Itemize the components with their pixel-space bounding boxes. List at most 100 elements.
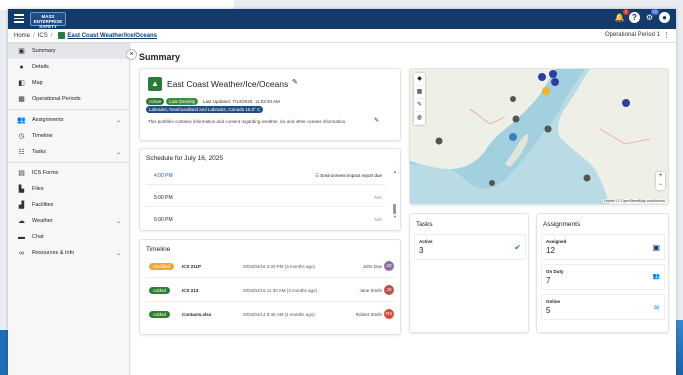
- edit-title-icon[interactable]: ✎: [292, 78, 298, 86]
- sidebar-item-label: Operational Periods: [32, 96, 81, 102]
- stat-value: 7: [546, 276, 551, 285]
- file-icon: ▙: [18, 186, 25, 193]
- stat-label: Assigned: [546, 239, 567, 244]
- chevron-down-icon[interactable]: ⌄: [116, 250, 121, 257]
- sidebar-item-ics-forms[interactable]: ▤ ICS Forms: [8, 165, 129, 181]
- timeline-date: 2025/04/16 2:00 PM (3 months ago): [243, 264, 316, 269]
- sidebar: ▣ Summary ● Details ◧ Map ▦ Operational Peri…: [8, 43, 130, 375]
- tasks-card: Tasks Active 3 ✔: [409, 213, 529, 333]
- scroll-down-icon[interactable]: ▼: [393, 214, 397, 219]
- stat-label: Online: [546, 299, 561, 304]
- schedule-scrollbar[interactable]: ▲ ▼: [393, 169, 397, 225]
- timeline-row[interactable]: Added ICS 213 2025/04/15 11:30 AM (3 mon…: [146, 280, 396, 302]
- help-icon[interactable]: ?: [629, 12, 640, 23]
- edit-description-icon[interactable]: ✎: [374, 117, 379, 124]
- breadcrumb-current[interactable]: East Coast Weather/Ice/Oceans: [67, 33, 157, 39]
- timeline-row[interactable]: Modified ICS 211P 2025/04/16 2:00 PM (3 …: [146, 256, 396, 278]
- layers-icon[interactable]: ◆: [414, 73, 425, 86]
- action-badge: Added: [149, 311, 171, 318]
- map-marker[interactable]: [489, 180, 495, 186]
- sidebar-item-label: Tasks: [32, 149, 47, 155]
- scroll-up-icon[interactable]: ▲: [393, 169, 397, 174]
- chevron-down-icon[interactable]: ⌄: [116, 149, 121, 156]
- check-circle-icon: ✔: [514, 243, 521, 252]
- zoom-out-button[interactable]: −: [656, 181, 665, 190]
- sidebar-item-label: Files: [32, 186, 44, 192]
- map-marker[interactable]: [549, 70, 557, 78]
- avatar: RS: [384, 309, 394, 319]
- timeline-date: 2025/04/15 11:30 AM (3 months ago): [243, 288, 317, 293]
- map-attribution[interactable]: Leaflet | © OpenStreetMap contributors: [603, 199, 666, 203]
- map-marker[interactable]: [622, 99, 630, 107]
- schedule-row[interactable]: 5:00 PM N/A: [146, 191, 386, 207]
- map-marker[interactable]: [544, 125, 552, 133]
- scroll-thumb[interactable]: [393, 204, 396, 214]
- menu-icon[interactable]: [14, 14, 24, 23]
- online-stat[interactable]: Online 5 ≋: [541, 294, 665, 320]
- operational-period-label[interactable]: Operational Period 1: [605, 32, 660, 38]
- sidebar-item-summary[interactable]: ▣ Summary: [8, 43, 129, 59]
- history-icon: ◷: [18, 133, 25, 140]
- cloud-icon: ☁: [18, 218, 25, 225]
- sidebar-item-map[interactable]: ◧ Map: [8, 75, 129, 91]
- incident-title: East Coast Weather/Ice/Oceans: [167, 79, 289, 89]
- apps-icon[interactable]: ⚙ 10: [644, 9, 659, 23]
- schedule-time: 4:00 PM: [154, 173, 173, 179]
- globe-icon[interactable]: ◍: [414, 112, 425, 125]
- sidebar-divider: [8, 162, 129, 163]
- people-icon: 👥: [17, 117, 26, 124]
- incident-icon: ▲: [148, 77, 162, 91]
- breadcrumb-ics[interactable]: ICS: [38, 33, 48, 39]
- sidebar-item-label: Timeline: [32, 133, 53, 139]
- top-bar-actions: 🔔 1 ? ⚙ 10 ●: [614, 9, 670, 23]
- map-marker[interactable]: [538, 73, 546, 81]
- schedule-row[interactable]: 6:00 PM N/A: [146, 213, 386, 229]
- main-content: Summary ▲ East Coast Weather/Ice/Oceans …: [131, 43, 676, 375]
- map-marker[interactable]: [542, 87, 550, 95]
- map-marker[interactable]: [551, 78, 559, 86]
- collapse-sidebar-button[interactable]: ×: [126, 49, 137, 60]
- last-updated-text: Last Updated: 7/14/2025, 11:03:40 AM: [203, 99, 280, 104]
- map-marker[interactable]: [435, 137, 443, 145]
- sidebar-item-label: Weather: [32, 218, 53, 224]
- map-marker[interactable]: [510, 96, 516, 102]
- draw-icon[interactable]: ✎: [414, 99, 425, 112]
- assigned-stat[interactable]: Assigned 12 ▣: [541, 234, 665, 260]
- map-marker[interactable]: [512, 115, 520, 123]
- sidebar-item-tasks[interactable]: ☷ Tasks ⌄: [8, 144, 129, 160]
- timeline-file[interactable]: Contacts.xlsx: [182, 312, 211, 317]
- account-icon[interactable]: ●: [659, 12, 670, 23]
- sidebar-item-files[interactable]: ▙ Files: [8, 181, 129, 197]
- sidebar-item-timeline[interactable]: ◷ Timeline: [8, 128, 129, 144]
- sidebar-item-resources[interactable]: ∞ Resources & Info ⌄: [8, 245, 129, 261]
- timeline-row[interactable]: Added Contacts.xlsx 2025/04/14 8:45 AM (…: [146, 304, 396, 326]
- timeline-file[interactable]: ICS 211P: [182, 264, 201, 269]
- sidebar-item-assignments[interactable]: 👥 Assignments ⌄: [8, 112, 129, 128]
- sidebar-item-chat[interactable]: ▬ Chat: [8, 229, 129, 245]
- map-marker[interactable]: [583, 174, 591, 182]
- sidebar-item-details[interactable]: ● Details: [8, 59, 129, 75]
- map-canvas[interactable]: [410, 69, 669, 205]
- schedule-row[interactable]: 4:00 PM ☷ Environment impact report due: [146, 169, 386, 185]
- table-icon[interactable]: ▦: [414, 86, 425, 99]
- sidebar-item-facilities[interactable]: ▟ Facilities: [8, 197, 129, 213]
- zoom-in-button[interactable]: +: [656, 172, 665, 181]
- stat-label: On Duty: [546, 269, 564, 274]
- map-card[interactable]: ◆ ▦ ✎ ◍ + − Leaflet | © OpenStreetMap co…: [409, 68, 669, 205]
- sidebar-item-weather[interactable]: ☁ Weather ⌄: [8, 213, 129, 229]
- timeline-file[interactable]: ICS 213: [182, 288, 198, 293]
- assignments-card: Assignments Assigned 12 ▣ On Duty 7 👥 On…: [536, 213, 669, 333]
- sidebar-item-operational-periods[interactable]: ▦ Operational Periods: [8, 91, 129, 107]
- map-marker[interactable]: [509, 133, 517, 141]
- bell-icon[interactable]: 🔔 1: [614, 9, 629, 23]
- calendar-icon: ▦: [18, 96, 25, 103]
- sidebar-divider: [8, 109, 129, 110]
- breadcrumb-home[interactable]: Home: [14, 33, 30, 39]
- stat-label: Active: [419, 239, 433, 244]
- on-duty-stat[interactable]: On Duty 7 👥: [541, 264, 665, 290]
- more-options-icon[interactable]: ⋮: [663, 31, 670, 39]
- tasks-active-stat[interactable]: Active 3 ✔: [414, 234, 526, 260]
- app-logo[interactable]: MASS ENTERPRISE SAFETY: [30, 12, 66, 29]
- chevron-down-icon[interactable]: ⌄: [116, 117, 121, 124]
- chevron-down-icon[interactable]: ⌄: [116, 218, 121, 225]
